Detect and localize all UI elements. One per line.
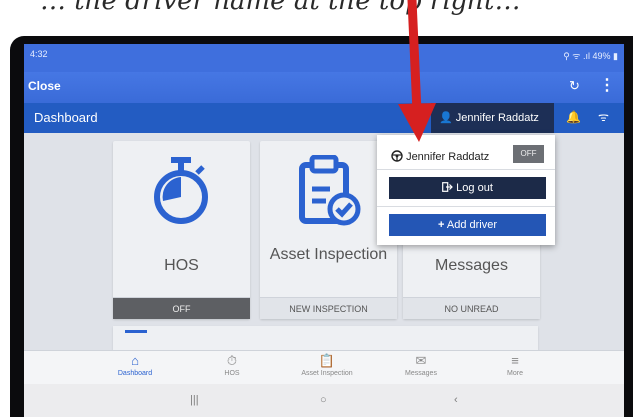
envelope-icon: ✉ [415,353,427,368]
dashboard-nav-bar: Dashboard 👤 Jennifer Raddatz 🔔 ᯤ [24,103,624,133]
hos-tile-label: HOS [164,257,199,274]
asset-inspection-status: NEW INSPECTION [260,297,397,319]
tab-messages[interactable]: ✉ Messages [386,353,456,385]
duty-status-badge: OFF [513,145,544,163]
photo-frame: … the driver name at the top right… 4:32… [0,0,633,417]
back-button[interactable]: ‹ [454,394,458,406]
tab-label: More [507,370,523,377]
driver-name: Jennifer Raddatz [406,151,490,163]
messages-status: NO UNREAD [403,297,540,319]
caption-text: … the driver name at the top right… [40,0,521,16]
partial-card [113,326,538,350]
user-menu-label: Jennifer Raddatz [455,112,539,124]
user-dropdown-menu: Jennifer Raddatz OFF Log out + Add drive… [377,135,555,245]
plus-icon: + [437,219,445,231]
system-navigation-bar: ||| ○ ‹ [24,384,624,417]
status-indicators: ⚲ ᯤ .ıl 49% ▮ [563,51,618,61]
app-bar: Close ↻ ⋮ [24,72,624,103]
stopwatch-icon: ⏱ [226,353,238,368]
menu-divider [377,206,555,207]
recents-button[interactable]: ||| [190,394,199,406]
hos-tile-status: OFF [113,297,250,319]
logout-icon [442,182,453,192]
tab-more[interactable]: ≡ More [480,353,550,385]
close-button[interactable]: Close [28,79,61,93]
steering-wheel-icon [391,150,403,162]
add-driver-button[interactable]: + Add driver [389,214,546,236]
user-icon: 👤 [439,112,453,124]
home-button[interactable]: ○ [320,394,327,406]
card-accent-bar [125,330,147,333]
tab-label: Messages [405,370,437,377]
stopwatch-icon [154,157,208,224]
driver-row: Jennifer Raddatz [391,150,489,163]
page-title: Dashboard [34,110,98,125]
messages-tile-label: Messages [435,257,508,274]
clipboard-icon: 📋 [318,353,336,368]
add-driver-label: Add driver [446,219,498,231]
tab-hos[interactable]: ⏱ HOS [197,353,267,385]
home-icon: ⌂ [131,353,139,368]
tab-dashboard[interactable]: ⌂ Dashboard [100,353,170,387]
tab-label: HOS [224,370,240,377]
menu-divider [377,169,555,170]
refresh-icon[interactable]: ↻ [569,78,580,94]
clipboard-check-icon [299,155,361,226]
tab-label: Dashboard [117,370,153,377]
bottom-tab-bar: ⌂ Dashboard ⏱ HOS 📋 Asset Inspection ✉ M… [24,350,624,387]
status-time: 4:32 [30,49,48,59]
logout-button[interactable]: Log out [389,177,546,199]
logout-label: Log out [456,182,493,194]
wifi-icon: ᯤ [598,110,609,124]
bell-icon[interactable]: 🔔 [566,110,581,124]
status-bar: 4:32 ⚲ ᯤ .ıl 49% ▮ [24,44,624,72]
tab-label: Asset Inspection [301,370,353,377]
asset-inspection-tile-label: Asset Inspection [269,246,388,263]
hos-tile[interactable]: HOS OFF [113,141,250,319]
more-menu-icon[interactable]: ⋮ [599,75,615,95]
menu-icon: ≡ [511,353,519,368]
user-menu-button[interactable]: 👤 Jennifer Raddatz [431,103,554,133]
tablet-screen: 4:32 ⚲ ᯤ .ıl 49% ▮ Close ↻ ⋮ Dashboard 👤… [24,44,624,417]
tab-asset-inspection[interactable]: 📋 Asset Inspection [292,353,362,385]
photo-caption: … the driver name at the top right… [40,0,600,18]
